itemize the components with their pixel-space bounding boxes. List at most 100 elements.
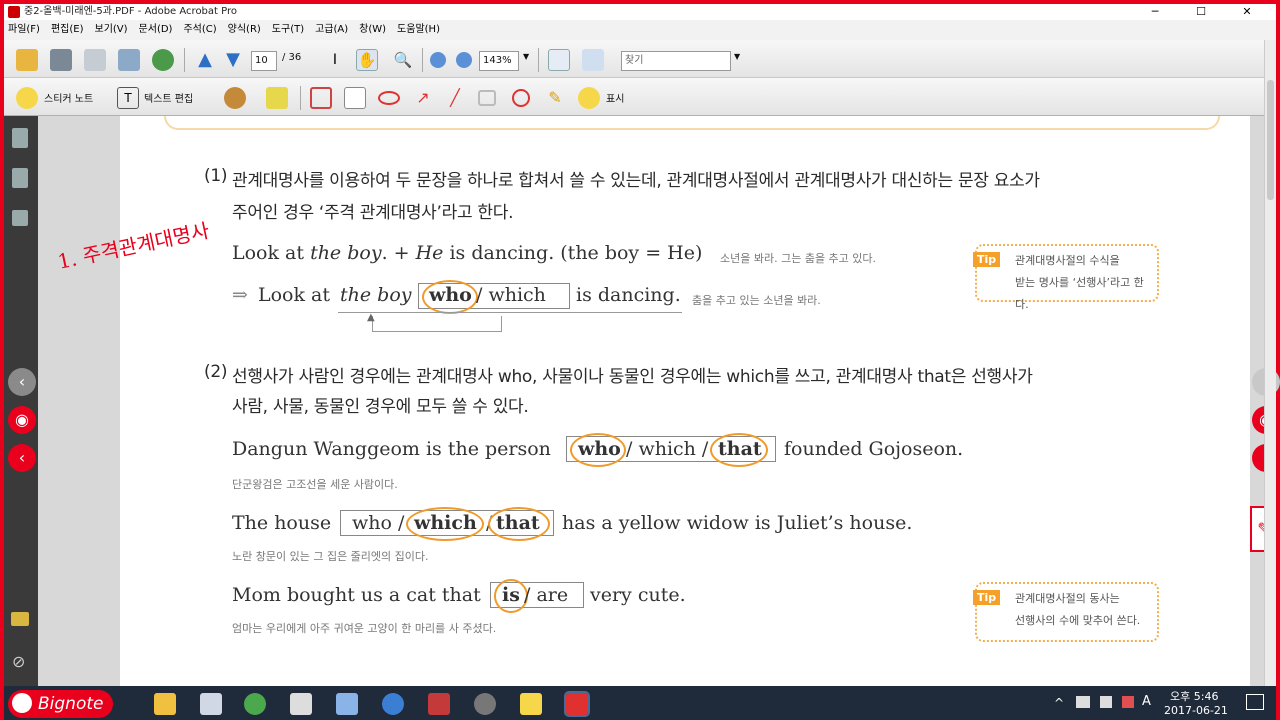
store-icon[interactable] <box>200 693 222 715</box>
volume-icon[interactable] <box>1100 696 1112 708</box>
prev-tool-icon[interactable]: ‹ <box>8 444 36 472</box>
section2-label: (2) <box>204 362 228 382</box>
e3-start: Mom bought us a cat that <box>232 584 481 606</box>
chrome-icon[interactable] <box>244 693 266 715</box>
textbox-icon[interactable] <box>344 87 366 109</box>
acrobat-icon <box>8 6 20 18</box>
acrobat-taskbar-icon[interactable] <box>564 691 590 717</box>
menu-view[interactable]: 보기(V) <box>95 20 128 40</box>
kakaotalk-icon[interactable] <box>520 693 542 715</box>
paint-icon[interactable] <box>290 693 312 715</box>
menu-edit[interactable]: 편집(E) <box>51 20 84 40</box>
tray-app-icon[interactable] <box>1122 696 1134 708</box>
zoom-level-select[interactable]: 143% <box>479 51 519 71</box>
e3-are: / are <box>524 584 569 606</box>
example2-underline <box>338 312 682 313</box>
input-language[interactable]: A <box>1142 694 1151 709</box>
pages-panel-icon[interactable] <box>12 128 28 148</box>
show-comments-label[interactable]: 표시 <box>606 90 624 105</box>
title-bar: 중2-올백-미래엔-5과.PDF - Adobe Acrobat Pro ─ ☐… <box>4 4 1276 20</box>
collaborate-icon[interactable] <box>152 49 174 71</box>
e2-translation: 노란 창문이 있는 그 집은 줄리엣의 집이다. <box>232 550 429 563</box>
example2-which: / which <box>476 284 546 306</box>
is-circle-annotation <box>494 579 528 613</box>
collapse-left-icon[interactable]: ‹ <box>8 368 36 396</box>
stamp-icon[interactable] <box>224 87 246 109</box>
section2-text-line2: 사람, 사물, 동물인 경우에 모두 쓸 수 있다. <box>232 397 529 417</box>
internet-explorer-icon[interactable] <box>382 693 404 715</box>
clock-date[interactable]: 2017-06-21 <box>1164 704 1228 717</box>
bookmarks-panel-icon[interactable] <box>12 168 28 188</box>
sticky-note-icon[interactable] <box>16 87 38 109</box>
media-player-icon[interactable] <box>474 693 496 715</box>
menu-comments[interactable]: 주석(C) <box>183 20 216 40</box>
left-gutter <box>38 116 120 686</box>
callout-icon[interactable] <box>310 87 332 109</box>
show-comments-icon[interactable] <box>578 87 600 109</box>
text-edit-icon[interactable]: T <box>117 87 139 109</box>
file-explorer-icon[interactable] <box>154 693 176 715</box>
menu-window[interactable]: 창(W) <box>359 20 386 40</box>
menu-help[interactable]: 도움말(H) <box>397 20 440 40</box>
open-folder-icon[interactable] <box>16 49 38 71</box>
search-dropdown-icon[interactable]: ▼ <box>734 52 740 61</box>
header-box-border <box>164 116 1220 130</box>
section1-text-line2: 주어인 경우 ‘주격 관계대명사’라고 한다. <box>232 203 514 223</box>
comments-panel-icon[interactable] <box>11 612 29 626</box>
print-icon[interactable] <box>50 49 72 71</box>
network-icon[interactable] <box>1076 696 1090 708</box>
notification-icon[interactable] <box>1246 694 1264 710</box>
maximize-button[interactable]: ☐ <box>1178 4 1224 20</box>
minimize-button[interactable]: ─ <box>1132 4 1178 20</box>
zoom-in-icon[interactable] <box>456 52 472 68</box>
page-number-input[interactable]: 10 <box>251 51 277 71</box>
sticky-note-label[interactable]: 스티커 노트 <box>44 90 93 105</box>
cloud-icon[interactable] <box>378 91 400 105</box>
scrollbar-thumb[interactable] <box>1267 80 1274 200</box>
menu-tools[interactable]: 도구(T) <box>272 20 304 40</box>
menu-forms[interactable]: 양식(R) <box>228 20 261 40</box>
tip-text-1: 관계대명사절의 수식을 받는 명사를 ‘선행사’라고 한다. <box>1015 254 1144 311</box>
hand-tool-icon[interactable]: ✋ <box>356 49 378 71</box>
zoom-tool-icon[interactable]: 🔍 <box>392 49 414 71</box>
menu-document[interactable]: 문서(D) <box>139 20 173 40</box>
menu-advanced[interactable]: 고급(A) <box>315 20 348 40</box>
highlight-text-icon[interactable] <box>266 87 288 109</box>
full-screen-icon[interactable] <box>582 49 604 71</box>
e3-end: very cute. <box>590 584 686 606</box>
close-button[interactable]: ✕ <box>1224 4 1270 20</box>
fit-page-icon[interactable] <box>548 49 570 71</box>
e3-translation: 엄마는 우리에게 아주 귀여운 고양이 한 마리를 사 주셨다. <box>232 622 497 635</box>
email-icon[interactable] <box>118 49 140 71</box>
arrow-tool-icon[interactable]: ↗ <box>412 87 434 109</box>
example1-translation: 소년을 봐라. 그는 춤을 추고 있다. <box>720 252 877 265</box>
tray-expand-icon[interactable]: ^ <box>1054 696 1064 710</box>
vertical-scrollbar[interactable] <box>1264 40 1276 686</box>
arrow-symbol: ⇒ <box>232 284 248 306</box>
page-total: / 36 <box>282 52 302 63</box>
mouse-mode-icon[interactable]: ◉ <box>8 406 36 434</box>
pencil-tool-icon[interactable]: ✎ <box>544 87 566 109</box>
right-gutter <box>1250 116 1264 686</box>
menu-file[interactable]: 파일(F) <box>8 20 40 40</box>
save-icon[interactable] <box>84 49 106 71</box>
3d-viewer-icon[interactable] <box>336 693 358 715</box>
oval-tool-icon[interactable] <box>512 89 530 107</box>
rectangle-tool-icon[interactable] <box>478 90 496 106</box>
signatures-panel-icon[interactable] <box>12 210 28 226</box>
search-input[interactable]: 찾기 <box>621 51 731 71</box>
zoom-out-icon[interactable] <box>430 52 446 68</box>
previous-page-icon[interactable]: ▲ <box>194 49 216 71</box>
tip-box-2: Tip 관계대명사절의 동사는 선행사의 수에 맞추어 쓴다. <box>973 582 1159 642</box>
next-page-icon[interactable]: ▼ <box>222 49 244 71</box>
design-app-icon[interactable] <box>428 693 450 715</box>
clock-time[interactable]: 오후 5:46 <box>1170 688 1218 704</box>
e1-start: Dangun Wanggeom is the person <box>232 438 551 460</box>
text-edit-label[interactable]: 텍스트 편집 <box>144 90 193 105</box>
e2-end: has a yellow widow is Juliet’s house. <box>562 512 913 534</box>
attachments-panel-icon[interactable]: ⊘ <box>12 652 25 671</box>
line-tool-icon[interactable]: ╱ <box>444 87 466 109</box>
zoom-dropdown-icon[interactable]: ▼ <box>523 52 529 61</box>
select-text-icon[interactable]: I <box>324 49 346 71</box>
example2-end: is dancing. <box>576 284 681 306</box>
